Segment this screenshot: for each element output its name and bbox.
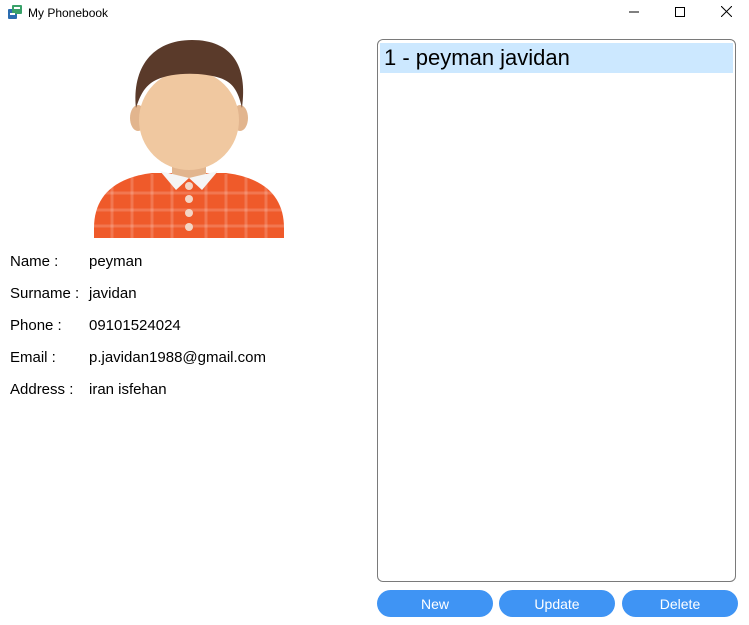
update-button[interactable]: Update xyxy=(499,590,615,617)
surname-value: javidan xyxy=(89,285,137,302)
maximize-icon xyxy=(675,4,685,22)
close-button[interactable] xyxy=(703,0,749,26)
phonebook-app-icon xyxy=(7,4,23,20)
contacts-list[interactable]: 1 - peyman javidan xyxy=(377,39,736,582)
surname-label: Surname : xyxy=(10,285,80,302)
phone-value: 09101524024 xyxy=(89,317,181,334)
male-avatar-icon xyxy=(94,40,284,238)
title-bar[interactable]: My Phonebook xyxy=(0,0,749,26)
new-button[interactable]: New xyxy=(377,590,493,617)
minimize-button[interactable] xyxy=(611,0,657,26)
contact-avatar xyxy=(92,38,286,240)
address-label: Address : xyxy=(10,381,74,398)
email-value: p.javidan1988@gmail.com xyxy=(89,349,266,366)
window-title: My Phonebook xyxy=(28,6,109,20)
delete-button[interactable]: Delete xyxy=(622,590,738,617)
list-item[interactable]: 1 - peyman javidan xyxy=(380,43,733,73)
address-value: iran isfehan xyxy=(89,381,167,398)
email-label: Email : xyxy=(10,349,56,366)
maximize-button[interactable] xyxy=(657,0,703,26)
name-label: Name : xyxy=(10,253,59,270)
name-value: peyman xyxy=(89,253,143,270)
minimize-icon xyxy=(629,4,639,22)
phone-label: Phone : xyxy=(10,317,62,334)
close-icon xyxy=(720,4,732,22)
